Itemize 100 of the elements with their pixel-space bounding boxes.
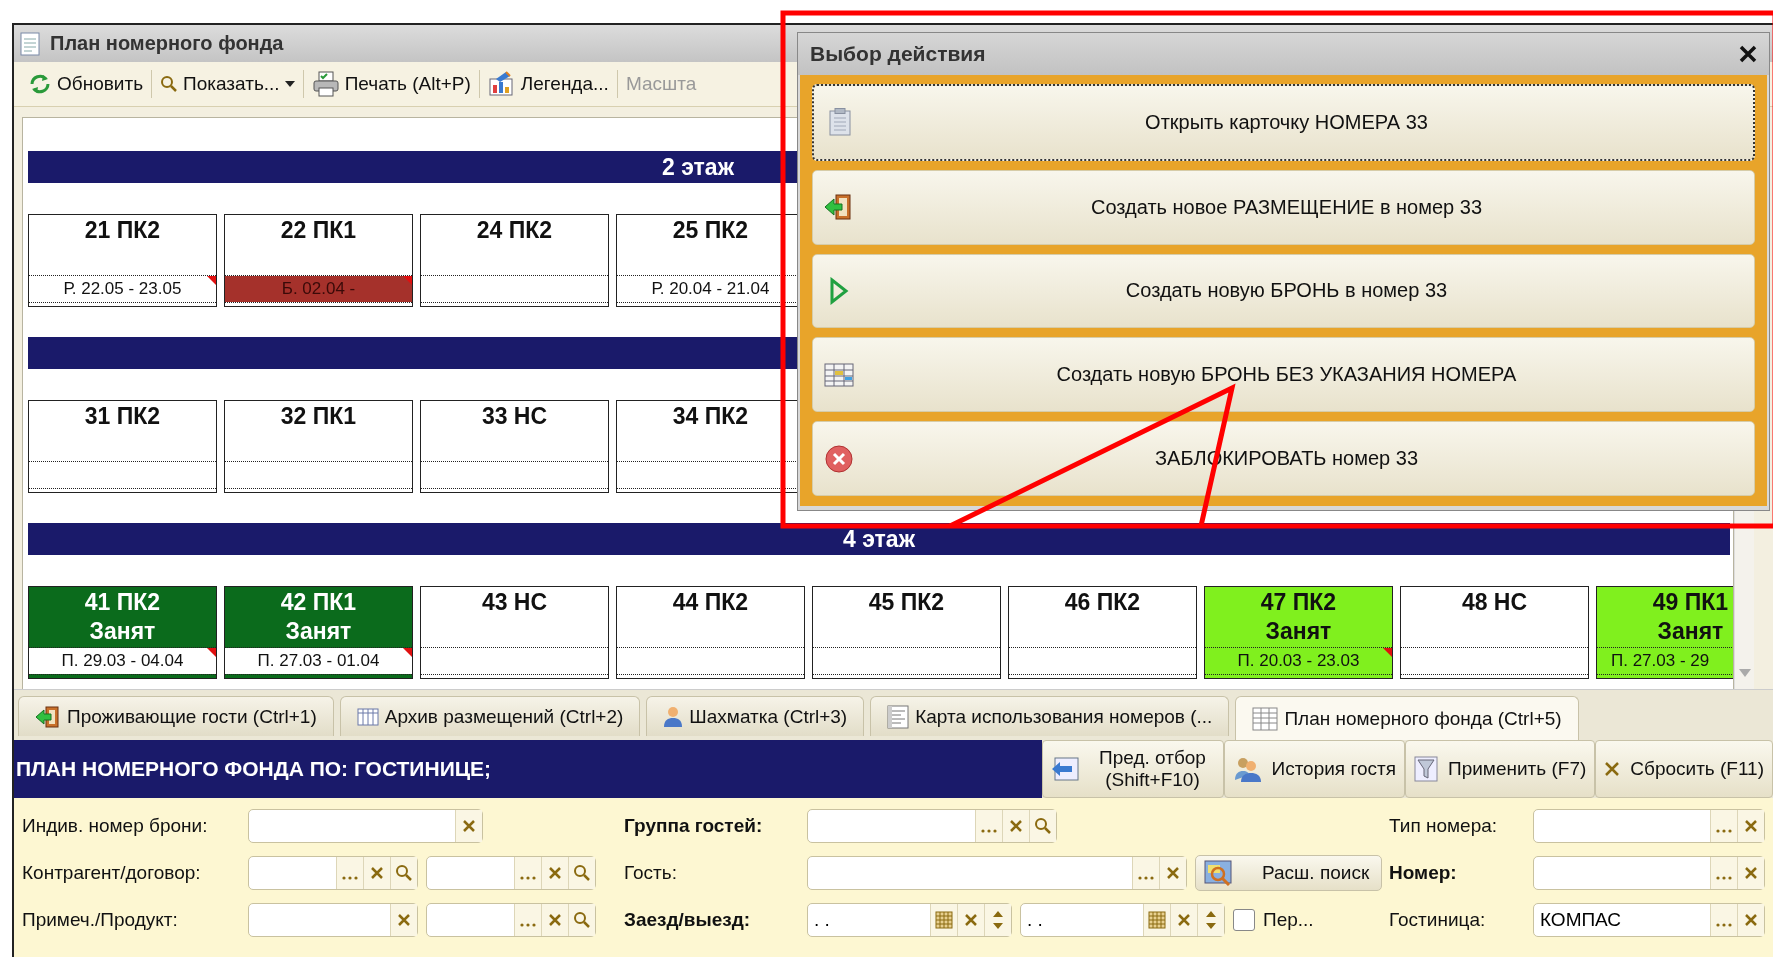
clear-icon[interactable] [396,911,412,928]
action-button[interactable]: Создать новое РАЗМЕЩЕНИЕ в номер 33 [812,169,1755,245]
search-icon[interactable] [395,863,413,882]
table-icon [824,361,854,388]
clear-icon[interactable] [461,817,477,834]
legend-button[interactable]: Легенда... [479,67,617,101]
room-card[interactable]: 45 ПК2 [812,586,1001,679]
room-status: Занят [89,617,156,645]
booking-label[interactable]: П. 29.03 - 04.04 [29,648,216,674]
input-field[interactable] [248,855,418,890]
search-icon[interactable] [573,910,591,929]
input-field[interactable] [807,855,1187,890]
floor-label: 2 этаж [662,153,734,181]
field-label: Тип номера: [1389,814,1499,837]
room-card[interactable]: 47 ПК2 Занят П. 20.03 - 23.03 [1204,586,1393,679]
colored-chart-icon [487,71,516,97]
print-button[interactable]: Печать (Alt+P) [303,67,479,101]
columns-icon [356,706,379,727]
document-icon [20,31,40,56]
room-card[interactable]: 41 ПК2 Занят П. 29.03 - 04.04 [28,586,217,679]
room-card[interactable]: 43 НС [420,586,609,679]
room-card[interactable]: 46 ПК2 [1008,586,1197,679]
advanced-search-button[interactable]: Расш. поиск [1195,854,1383,891]
field-label: Контрагент/договор: [22,861,202,884]
printer-icon [311,71,340,97]
room-number: 45 ПК2 [868,588,945,616]
input-field[interactable] [248,808,483,843]
room-card[interactable]: 42 ПК1 Занят П. 27.03 - 01.04 [224,586,413,679]
input-field[interactable] [426,902,596,937]
input-field[interactable] [1533,808,1765,843]
input-field[interactable] [1533,855,1765,890]
field-label: Примеч./Продукт: [22,908,179,931]
room-number: 44 ПК2 [672,588,749,616]
clear-icon[interactable] [1008,817,1024,834]
clear-icon[interactable] [1743,817,1759,834]
clear-icon[interactable] [1176,911,1192,928]
door-arrow-icon [35,704,61,729]
checkbox[interactable] [1233,908,1255,931]
room-card[interactable]: 48 НС [1400,586,1589,679]
room-card[interactable]: 24 ПК2 [420,214,609,307]
caret-icon [284,81,295,87]
person-icon [663,705,684,728]
refresh-button[interactable]: Обновить [20,67,152,101]
action-button[interactable]: Создать новую БРОНЬ в номер 33 [812,253,1755,329]
clear-icon[interactable] [369,864,385,881]
action-button[interactable]: Создать новую БРОНЬ БЕЗ УКАЗАНИЯ НОМЕРА [812,337,1755,413]
history-button[interactable]: История гостя [1224,740,1405,798]
input-field[interactable] [807,808,1057,843]
room-number: 25 ПК2 [672,216,749,244]
apply-button[interactable]: Применить (F7) [1405,740,1596,798]
room-number: 46 ПК2 [1064,588,1141,616]
checkbox-label: Пер... [1263,908,1314,931]
refresh-icon [28,73,52,95]
room-card[interactable]: 49 ПК1 Занят П. 27.03 - 29 [1596,586,1733,679]
room-status: Занят [285,617,352,645]
room-card[interactable]: 32 ПК1 [224,400,413,493]
search-icon[interactable] [1034,816,1052,835]
calendar-icon[interactable] [1148,910,1166,929]
calendar-icon[interactable] [935,910,953,929]
tab[interactable]: Шахматка (Ctrl+3) [646,696,865,736]
tab[interactable]: План номерного фонда (Ctrl+5) [1235,696,1579,740]
date-field[interactable]: . . [1020,902,1225,937]
tab[interactable]: Проживающие гости (Ctrl+1) [18,696,334,736]
prev-button[interactable]: Пред. отбор (Shift+F10) [1042,740,1225,798]
room-number: 49 ПК1 [1652,588,1729,616]
search-window-icon [1204,859,1234,886]
field-label: Номер: [1389,861,1458,884]
clear-icon[interactable] [547,911,563,928]
clear-icon[interactable] [1165,864,1181,881]
clear-icon[interactable] [1743,864,1759,881]
clear-icon[interactable] [1743,911,1759,928]
room-number: 34 ПК2 [672,402,749,430]
tab[interactable]: Карта использования номеров (... [870,696,1230,736]
room-card[interactable]: 31 ПК2 [28,400,217,493]
room-card[interactable]: 44 ПК2 [616,586,805,679]
search-icon[interactable] [573,863,591,882]
room-number: 31 ПК2 [84,402,161,430]
booking-label[interactable]: П. 27.03 - 01.04 [225,648,412,674]
room-number: 24 ПК2 [476,216,553,244]
room-number: 43 НС [481,588,548,616]
input-field[interactable] [426,855,596,890]
play-icon [829,277,849,305]
tab[interactable]: Архив размещений (Ctrl+2) [339,696,641,736]
date-field[interactable]: . . [807,902,1012,937]
reset-button[interactable]: Сбросить (F11) [1595,740,1773,798]
input-field[interactable]: КОМПАС [1533,902,1765,937]
room-card[interactable]: 21 ПК2 Р. 22.05 - 23.05 [28,214,217,307]
dialog-title: Выбор действия [810,42,986,66]
show-button[interactable]: Показать... [152,67,303,101]
input-field[interactable] [248,902,418,937]
people-icon [1233,756,1262,782]
room-number: 42 ПК1 [280,588,357,616]
room-card[interactable]: 22 ПК1 Б. 02.04 - [224,214,413,307]
clear-icon[interactable] [547,864,563,881]
clear-icon[interactable] [963,911,979,928]
room-number: 21 ПК2 [84,216,161,244]
action-button[interactable]: Открыть карточку НОМЕРА 33 [812,84,1755,161]
room-number: 48 НС [1461,588,1528,616]
room-number: 41 ПК2 [84,588,161,616]
room-card[interactable]: 33 НС [420,400,609,493]
